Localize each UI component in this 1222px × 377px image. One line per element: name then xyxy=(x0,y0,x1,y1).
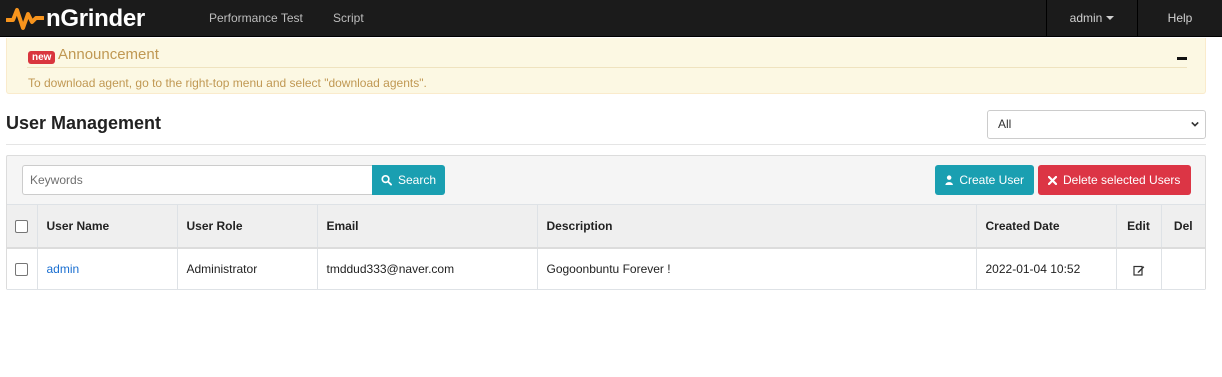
table-row: admin Administrator tmddud333@naver.com … xyxy=(7,247,1205,290)
col-user-name[interactable]: User Name xyxy=(37,204,178,249)
announcement-message: To download agent, go to the right-top m… xyxy=(28,76,427,90)
select-all-cell xyxy=(7,204,38,249)
ngrinder-logo-icon xyxy=(6,8,44,30)
new-badge: new xyxy=(28,51,56,64)
search-icon xyxy=(381,174,392,186)
announcement-title: Announcement xyxy=(58,46,159,63)
col-description: Description xyxy=(537,204,977,249)
announcement-divider xyxy=(27,67,1187,68)
user-icon xyxy=(945,175,953,185)
brand-logo[interactable]: nGrinder xyxy=(6,4,145,34)
edit-icon[interactable] xyxy=(1132,264,1145,276)
col-created-date[interactable]: Created Date xyxy=(976,204,1117,249)
cell-edit xyxy=(1116,247,1162,290)
row-select-cell xyxy=(7,247,38,290)
nav-script[interactable]: Script xyxy=(333,0,364,37)
col-email[interactable]: Email xyxy=(317,204,538,249)
user-menu-label: admin xyxy=(1069,11,1103,25)
cell-email: tmddud333@naver.com xyxy=(317,247,538,290)
nav-performance-test[interactable]: Performance Test xyxy=(209,0,303,37)
search-button-label: Search xyxy=(397,173,436,187)
chevron-down-icon xyxy=(1191,121,1199,127)
user-menu[interactable]: admin xyxy=(1047,0,1137,37)
role-filter-value: All xyxy=(998,117,1012,131)
table-header-row: User Name User Role Email Description Cr… xyxy=(7,204,1205,249)
cell-user-name: admin xyxy=(37,247,178,290)
delete-selected-label: Delete selected Users xyxy=(1063,173,1181,187)
select-all-checkbox[interactable] xyxy=(15,219,29,233)
search-button[interactable]: Search xyxy=(372,165,445,195)
user-name-link[interactable]: admin xyxy=(47,262,80,276)
help-link[interactable]: Help xyxy=(1138,0,1222,37)
col-del: Del xyxy=(1161,204,1205,249)
search-input[interactable] xyxy=(22,165,372,195)
cell-user-role: Administrator xyxy=(177,247,318,290)
col-edit: Edit xyxy=(1116,204,1162,249)
row-checkbox[interactable] xyxy=(15,262,29,276)
caret-down-icon xyxy=(1106,15,1115,20)
collapse-minus-icon[interactable] xyxy=(1177,48,1193,64)
header-divider xyxy=(6,144,1206,145)
user-list-panel: Search Create User Delete selected Users xyxy=(6,155,1206,290)
top-navbar: nGrinder Performance Test Script admin H… xyxy=(0,0,1222,37)
brand-name: nGrinder xyxy=(46,5,145,32)
create-user-label: Create User xyxy=(959,173,1024,187)
cell-created-date: 2022-01-04 10:52 xyxy=(976,247,1117,290)
page-title: User Management xyxy=(6,113,162,133)
help-label: Help xyxy=(1167,11,1193,25)
users-table: User Name User Role Email Description Cr… xyxy=(7,204,1205,290)
col-user-role[interactable]: User Role xyxy=(177,204,318,249)
cell-description: Gogoonbuntu Forever ! xyxy=(537,247,977,290)
announcement-panel: new Announcement To download agent, go t… xyxy=(6,38,1206,94)
create-user-button[interactable]: Create User xyxy=(935,165,1034,195)
times-icon xyxy=(1048,175,1057,185)
cell-del xyxy=(1161,247,1205,290)
role-filter-select[interactable]: All xyxy=(987,110,1206,139)
delete-selected-users-button[interactable]: Delete selected Users xyxy=(1038,165,1191,195)
